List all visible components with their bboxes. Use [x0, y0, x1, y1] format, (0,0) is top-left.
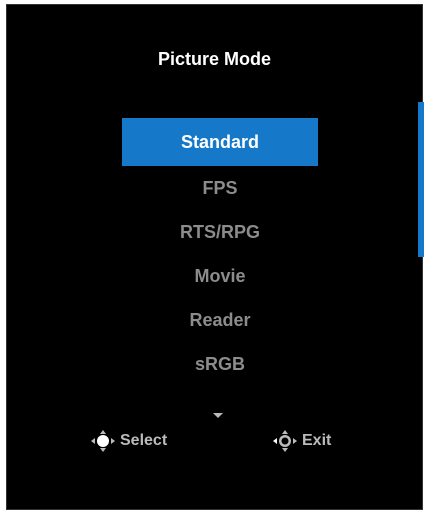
osd-panel: Picture Mode Standard FPS RTS/RPG Movie … — [6, 4, 424, 510]
joystick-press-icon — [91, 430, 115, 452]
page-title: Picture Mode — [157, 49, 272, 69]
menu-item-standard[interactable]: Standard — [122, 118, 318, 166]
select-hint: Select — [90, 429, 167, 453]
menu-item-rts-rpg[interactable]: RTS/RPG — [122, 210, 318, 254]
exit-hint: Exit — [272, 429, 331, 453]
menu-item-reader[interactable]: Reader — [122, 298, 318, 342]
chevron-down-icon — [213, 413, 223, 418]
exit-hint-label: Exit — [302, 432, 332, 449]
menu-item-movie[interactable]: Movie — [122, 254, 318, 298]
select-hint-label: Select — [120, 432, 168, 449]
menu-item-srgb[interactable]: sRGB — [122, 342, 318, 386]
menu-item-fps[interactable]: FPS — [122, 166, 318, 210]
joystick-left-icon — [273, 430, 297, 452]
picture-mode-menu: Standard FPS RTS/RPG Movie Reader sRGB — [122, 118, 318, 386]
scrollbar[interactable] — [418, 102, 424, 257]
